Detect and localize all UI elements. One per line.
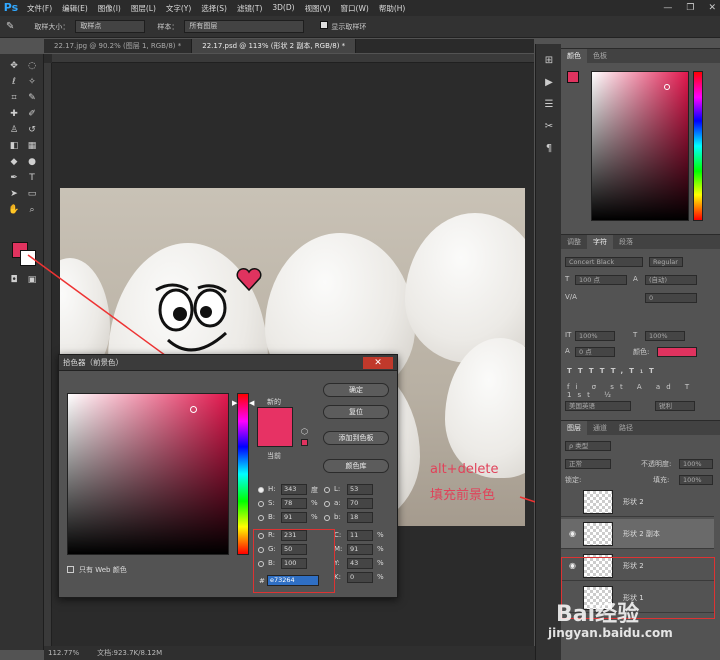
tab-paragraph[interactable]: 段落 [613,235,639,249]
brush-settings-icon[interactable]: ¶ [542,142,556,156]
font-size-icon: T [565,275,570,283]
layer-filter-select[interactable]: ρ 类型 [565,441,611,451]
lab-a-radio[interactable] [324,501,330,507]
layer-name: 形状 2 副本 [623,530,660,538]
rgb-highlight-box [253,529,335,593]
yellow-field[interactable]: 43 [347,558,373,569]
tab-channels[interactable]: 通道 [587,421,613,435]
layer-name: 形状 2 [623,498,644,506]
right-panels: 颜色 色板 调整 字符 段落 Concert Black Regular T 1… [561,44,720,660]
layer-row[interactable]: ◉ 形状 2 副本 [561,519,714,549]
color-libraries-button[interactable]: 颜色库 [323,459,389,473]
add-to-swatches-button[interactable]: 添加到色板 [323,431,389,445]
tools-settings-icon[interactable]: ✂ [542,120,556,134]
cube-icon[interactable]: ⬡ [301,427,308,436]
new-color-label: 新的 [267,398,281,406]
lab-a-field[interactable]: 70 [347,498,373,509]
fill-label: 填充: [653,476,670,484]
baseline-icon: A [565,347,570,355]
annotation-description: 填充前景色 [430,488,496,503]
zoom-level[interactable]: 112.77% [48,649,79,657]
watermark-url: jingyan.baidu.com [548,626,673,640]
lab-b-radio[interactable] [324,515,330,521]
lab-b-field[interactable]: 18 [347,512,373,523]
text-color-label: 颜色: [633,348,650,356]
hue-slider-right-arrow[interactable]: ◀ [249,399,254,407]
black-field[interactable]: 0 [347,572,373,583]
tab-color[interactable]: 颜色 [561,49,587,63]
leading-icon: A [633,275,638,283]
color-cursor[interactable] [190,406,197,413]
current-color-label: 当前 [267,452,281,460]
color-picker-dialog: 拾色器（前景色） ✕ ▶ ◀ 新的 当前 ⬡ 确定 复位 添加到色板 颜色库 H… [58,354,398,598]
blend-mode-select[interactable]: 正常 [565,459,611,469]
tracking-field[interactable]: 0 [645,293,697,303]
saturation-value-field[interactable] [67,393,229,555]
layer-thumbnail [583,490,613,514]
brightness-field[interactable]: 91 [281,512,307,523]
reset-button[interactable]: 复位 [323,405,389,419]
vertical-scale-icon: IT [565,331,572,339]
opacity-field[interactable]: 100% [679,459,713,469]
language-select[interactable]: 美国英语 [565,401,631,411]
web-safe-swatch[interactable] [301,439,308,446]
character-panel: 调整 字符 段落 Concert Black Regular T 100 点 A… [561,234,720,416]
opentype-buttons[interactable]: fi σ st A ad T 1st ½ [567,383,720,399]
brightness-radio[interactable] [258,515,264,521]
hue-field[interactable]: 343 [281,484,307,495]
hue-slider[interactable] [237,393,249,555]
fill-field[interactable]: 100% [679,475,713,485]
tab-character[interactable]: 字符 [587,235,613,249]
saturation-radio[interactable] [258,501,264,507]
magenta-field[interactable]: 91 [347,544,373,555]
tab-adjustments[interactable]: 调整 [561,235,587,249]
hue-slider-left-arrow[interactable]: ▶ [232,399,237,407]
panel-hue-slider[interactable] [693,71,703,221]
type-style-buttons[interactable]: TTTTT,T₁T [567,367,660,375]
actions-icon[interactable]: ▶ [542,76,556,90]
panel-icon-strip: ⊞ ▶ ☰ ✂ ¶ [535,44,561,660]
panel-foreground-swatch[interactable] [567,71,579,83]
panel-color-field[interactable] [591,71,689,221]
horizontal-scale-field[interactable]: 100% [645,331,685,341]
lab-l-radio[interactable] [324,487,330,493]
web-only-checkbox[interactable] [67,566,74,573]
font-family-select[interactable]: Concert Black [565,257,643,267]
watermark-brand: Bai经验 [556,602,640,627]
web-only-label: 只有 Web 颜色 [79,566,127,574]
tab-layers[interactable]: 图层 [561,421,587,435]
tab-paths[interactable]: 路径 [613,421,639,435]
leading-field[interactable]: (自动) [645,275,697,285]
layer-thumbnail [583,522,613,546]
annotation-shortcut: alt+delete [430,462,499,477]
font-size-field[interactable]: 100 点 [575,275,627,285]
dialog-title-bar: 拾色器（前景色） ✕ [59,355,397,371]
ok-button[interactable]: 确定 [323,383,389,397]
antialias-select[interactable]: 锐利 [655,401,695,411]
status-bar: 112.77% 文档:923.7K/8.12M [44,646,564,660]
text-color-swatch[interactable] [657,347,697,357]
cyan-field[interactable]: 11 [347,530,373,541]
document-info: 文档:923.7K/8.12M [97,649,163,657]
saturation-field[interactable]: 78 [281,498,307,509]
font-style-select[interactable]: Regular [649,257,683,267]
hue-radio[interactable] [258,487,264,493]
adjustments-icon[interactable]: ☰ [542,98,556,112]
lab-l-field[interactable]: 53 [347,484,373,495]
vertical-scale-field[interactable]: 100% [575,331,615,341]
history-icon[interactable]: ⊞ [542,54,556,68]
new-color-swatch [257,407,293,447]
dialog-title: 拾色器（前景色） [63,358,123,367]
layer-row[interactable]: 形状 2 [561,487,714,517]
kerning-icon: V/A [565,293,577,301]
tab-swatches[interactable]: 色板 [587,49,613,63]
horizontal-scale-icon: T [633,331,638,339]
color-panel: 颜色 色板 [561,48,720,228]
eye-icon[interactable]: ◉ [569,529,577,538]
opacity-label: 不透明度: [641,460,672,468]
lock-label: 锁定: [565,476,582,484]
baseline-field[interactable]: 0 点 [575,347,615,357]
dialog-close-button[interactable]: ✕ [363,357,393,369]
